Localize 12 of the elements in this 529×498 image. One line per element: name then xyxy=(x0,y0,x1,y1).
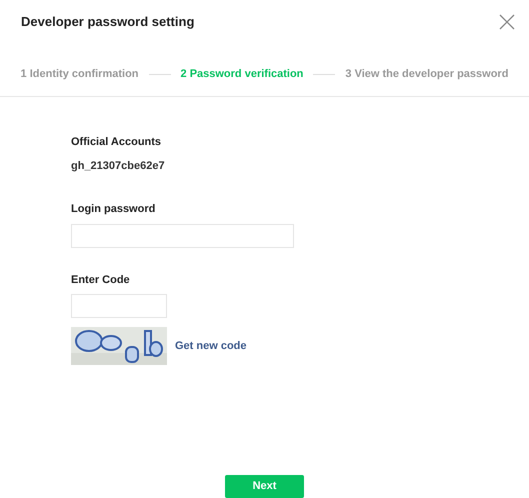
step-label: 1 Identity confirmation xyxy=(20,67,139,82)
new-code-link[interactable]: Get new code xyxy=(175,338,247,354)
account-id: gh_21307cbe62e7 xyxy=(71,158,166,174)
input-field[interactable] xyxy=(71,224,294,248)
field-label: Enter Code xyxy=(71,272,131,288)
step-label: 3 View the developer password xyxy=(345,67,508,82)
input-field[interactable] xyxy=(71,294,167,318)
dialog-title: Developer password setting xyxy=(21,14,194,30)
field-label: Login password xyxy=(71,202,156,217)
field-label: Official Accounts xyxy=(71,135,162,150)
step-label: 2 Password verification xyxy=(180,67,304,82)
close-icon[interactable] xyxy=(499,14,515,30)
